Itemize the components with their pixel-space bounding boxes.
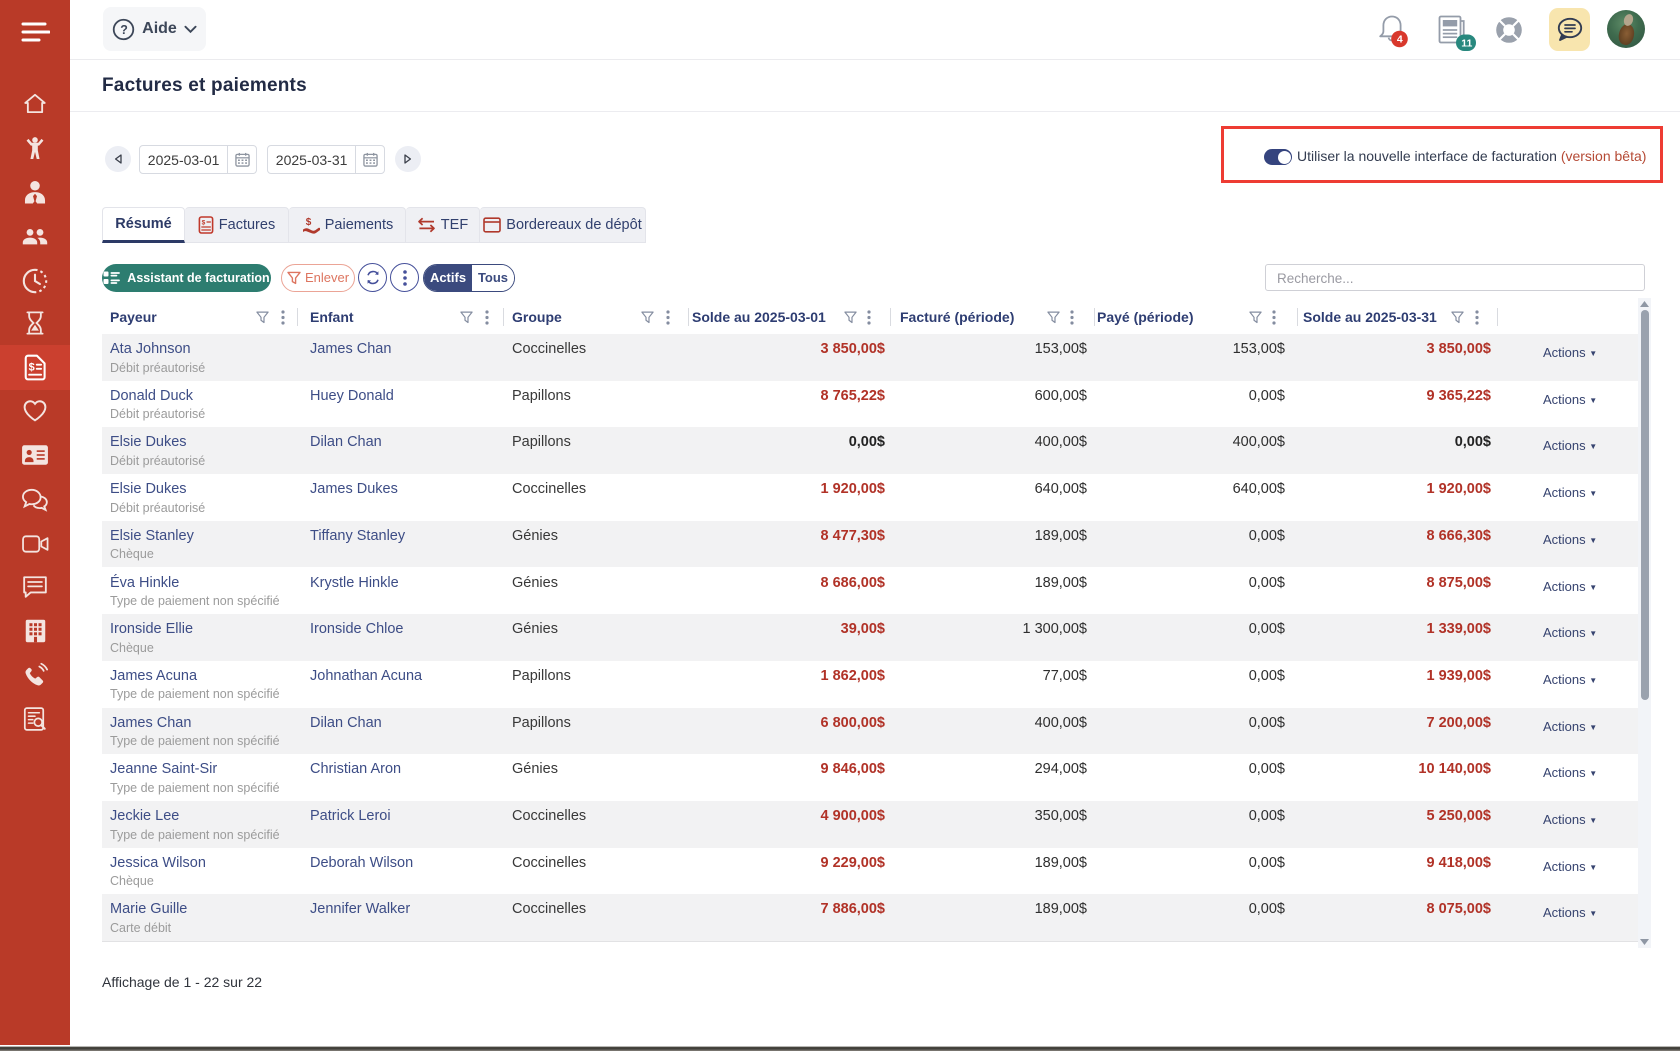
svg-text:$: $: [29, 361, 35, 373]
svg-text:$: $: [306, 217, 312, 228]
svg-text:$: $: [201, 219, 205, 226]
svg-text:?: ?: [120, 22, 128, 36]
svg-text:11: 11: [1461, 37, 1472, 49]
svg-text:4: 4: [1397, 34, 1403, 46]
